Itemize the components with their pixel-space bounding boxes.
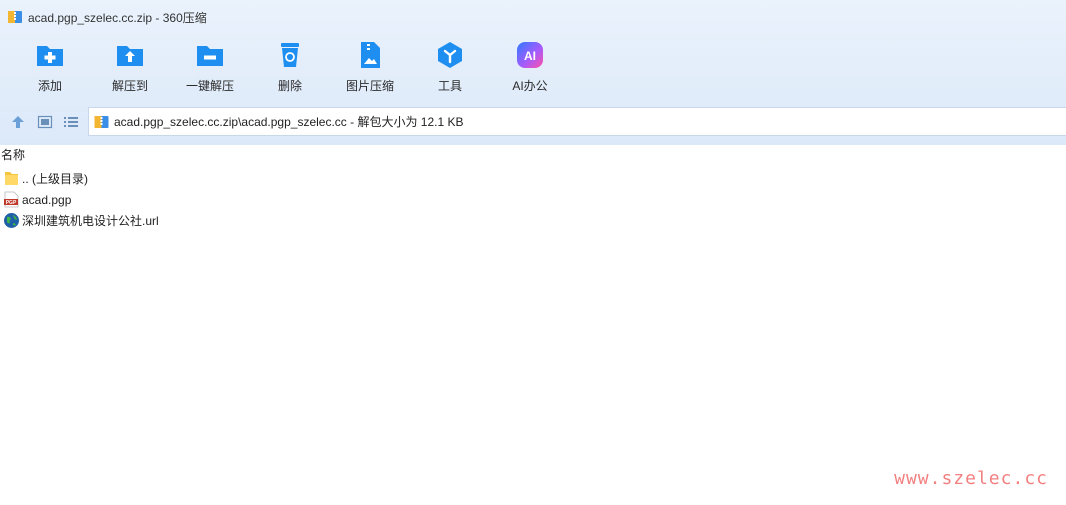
delete-button[interactable]: 删除	[250, 36, 330, 98]
toolbar: 添加 解压到 一键解压 删除 图片压缩 工具 AI AI办公	[10, 36, 570, 98]
address-path: acad.pgp_szelec.cc.zip\acad.pgp_szelec.c…	[114, 115, 464, 129]
tools-button[interactable]: 工具	[410, 36, 490, 98]
one-click-extract-icon	[197, 46, 223, 66]
extract-to-label: 解压到	[111, 79, 148, 93]
tools-label: 工具	[437, 79, 462, 93]
ai-office-label: AI办公	[512, 79, 548, 93]
list-item-acad-pgp[interactable]: PGP acad.pgp	[0, 189, 1066, 210]
pgp-file-icon: PGP	[4, 191, 19, 208]
extract-to-icon	[117, 46, 143, 66]
tools-icon	[438, 42, 462, 68]
add-button-label: 添加	[37, 79, 62, 93]
list-item-url[interactable]: 深圳建筑机电设计公社.url	[0, 210, 1066, 231]
url-globe-icon	[4, 213, 19, 228]
title-bar: acad.pgp_szelec.cc.zip - 360压缩	[0, 0, 1066, 34]
list-item-parent-dir[interactable]: .. (上级目录)	[0, 168, 1066, 189]
window-top-area: acad.pgp_szelec.cc.zip - 360压缩 添加 解压到 一键…	[0, 0, 1066, 145]
one-click-extract-label: 一键解压	[185, 79, 234, 93]
window-title: acad.pgp_szelec.cc.zip - 360压缩	[28, 10, 207, 25]
file-list: .. (上级目录) PGP acad.pgp 深圳建筑机电设计公社.url	[0, 168, 1066, 231]
up-arrow-icon[interactable]	[10, 114, 26, 130]
delete-label: 删除	[277, 79, 302, 93]
zip-archive-icon	[94, 115, 109, 128]
folder-up-icon	[5, 172, 18, 185]
one-click-extract-button[interactable]: 一键解压	[170, 36, 250, 98]
list-item-name: .. (上级目录)	[22, 172, 88, 186]
ai-office-button[interactable]: AI AI办公	[490, 36, 570, 98]
svg-text:PGP: PGP	[6, 200, 17, 206]
list-item-name: 深圳建筑机电设计公社.url	[22, 214, 159, 228]
svg-text:AI: AI	[524, 49, 536, 63]
image-compress-button[interactable]: 图片压缩	[330, 36, 410, 98]
delete-icon	[281, 43, 299, 67]
list-view-icon[interactable]	[63, 114, 79, 130]
extract-to-button[interactable]: 解压到	[90, 36, 170, 98]
ai-office-icon: AI	[517, 42, 543, 68]
watermark-text: www.szelec.cc	[894, 468, 1048, 489]
thumbnail-view-icon[interactable]	[37, 114, 53, 130]
add-button[interactable]: 添加	[10, 36, 90, 98]
zip-archive-icon	[8, 11, 22, 23]
address-bar[interactable]: acad.pgp_szelec.cc.zip\acad.pgp_szelec.c…	[88, 107, 1066, 136]
image-compress-label: 图片压缩	[345, 79, 394, 93]
address-row: acad.pgp_szelec.cc.zip\acad.pgp_szelec.c…	[0, 107, 1066, 136]
image-compress-icon	[361, 42, 380, 68]
column-header-name[interactable]: 名称	[0, 146, 25, 164]
add-folder-icon	[37, 46, 63, 66]
list-item-name: acad.pgp	[22, 192, 72, 207]
